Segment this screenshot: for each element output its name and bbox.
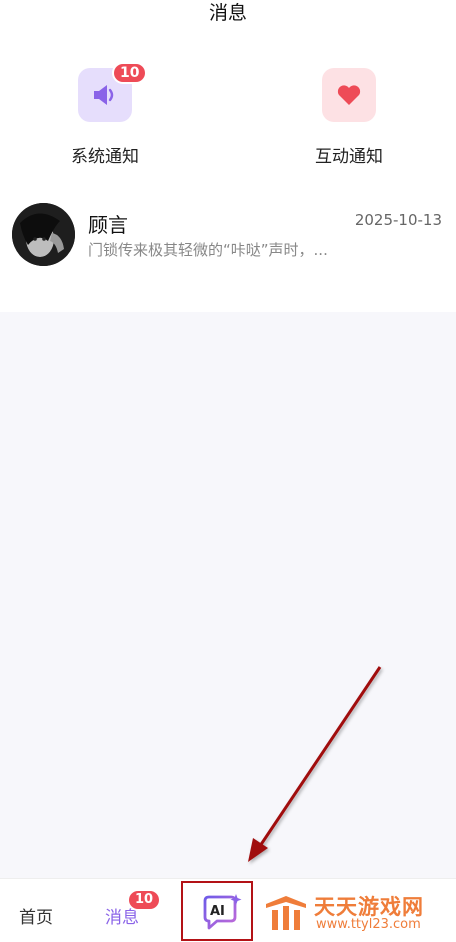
tab-home[interactable]: 首页 — [19, 903, 53, 928]
system-notice-button[interactable]: 10 系统通知 — [40, 62, 170, 167]
tab-messages-badge: 10 — [127, 889, 162, 911]
interaction-notice-icon-box — [322, 68, 376, 122]
ai-label: AI — [210, 904, 225, 919]
conversation-name: 顾言 — [88, 213, 128, 237]
watermark-logo: 天天游戏网 www.ttyl23.com — [256, 888, 456, 938]
interaction-notice-button[interactable]: 互动通知 — [284, 68, 414, 167]
interaction-notice-label: 互动通知 — [315, 147, 383, 167]
conversation-preview: 门锁传来极其轻微的“咔哒”声时，... — [88, 241, 328, 259]
conversation-time: 2025-10-13 — [354, 211, 442, 229]
header-bar: 消息 — [0, 0, 456, 38]
watermark-mark-icon — [266, 896, 306, 930]
system-notice-badge: 10 — [112, 62, 148, 84]
tab-messages-label: 消息 — [105, 908, 139, 928]
tab-messages[interactable]: 消息 10 — [105, 889, 162, 928]
avatar — [12, 203, 75, 266]
avatar-image — [12, 203, 75, 266]
system-notice-icon-box: 10 — [78, 62, 148, 122]
heart-icon — [337, 85, 361, 105]
ai-chat-icon: AI — [203, 894, 242, 930]
page-title: 消息 — [208, 2, 247, 24]
messages-page: 消息 10 系统通知 互动通知 顾言 2025-10-13 门锁传来极其轻微的“… — [0, 0, 456, 942]
speaker-icon — [94, 85, 114, 105]
system-notice-label: 系统通知 — [71, 147, 139, 167]
conversation-item[interactable]: 顾言 2025-10-13 门锁传来极其轻微的“咔哒”声时，... — [0, 201, 456, 271]
content-panel: 10 系统通知 互动通知 顾言 2025-10-13 门锁传来极其轻微的“咔哒”… — [0, 38, 456, 312]
tab-ai[interactable]: AI — [181, 881, 253, 941]
watermark-url: www.ttyl23.com — [316, 917, 421, 932]
